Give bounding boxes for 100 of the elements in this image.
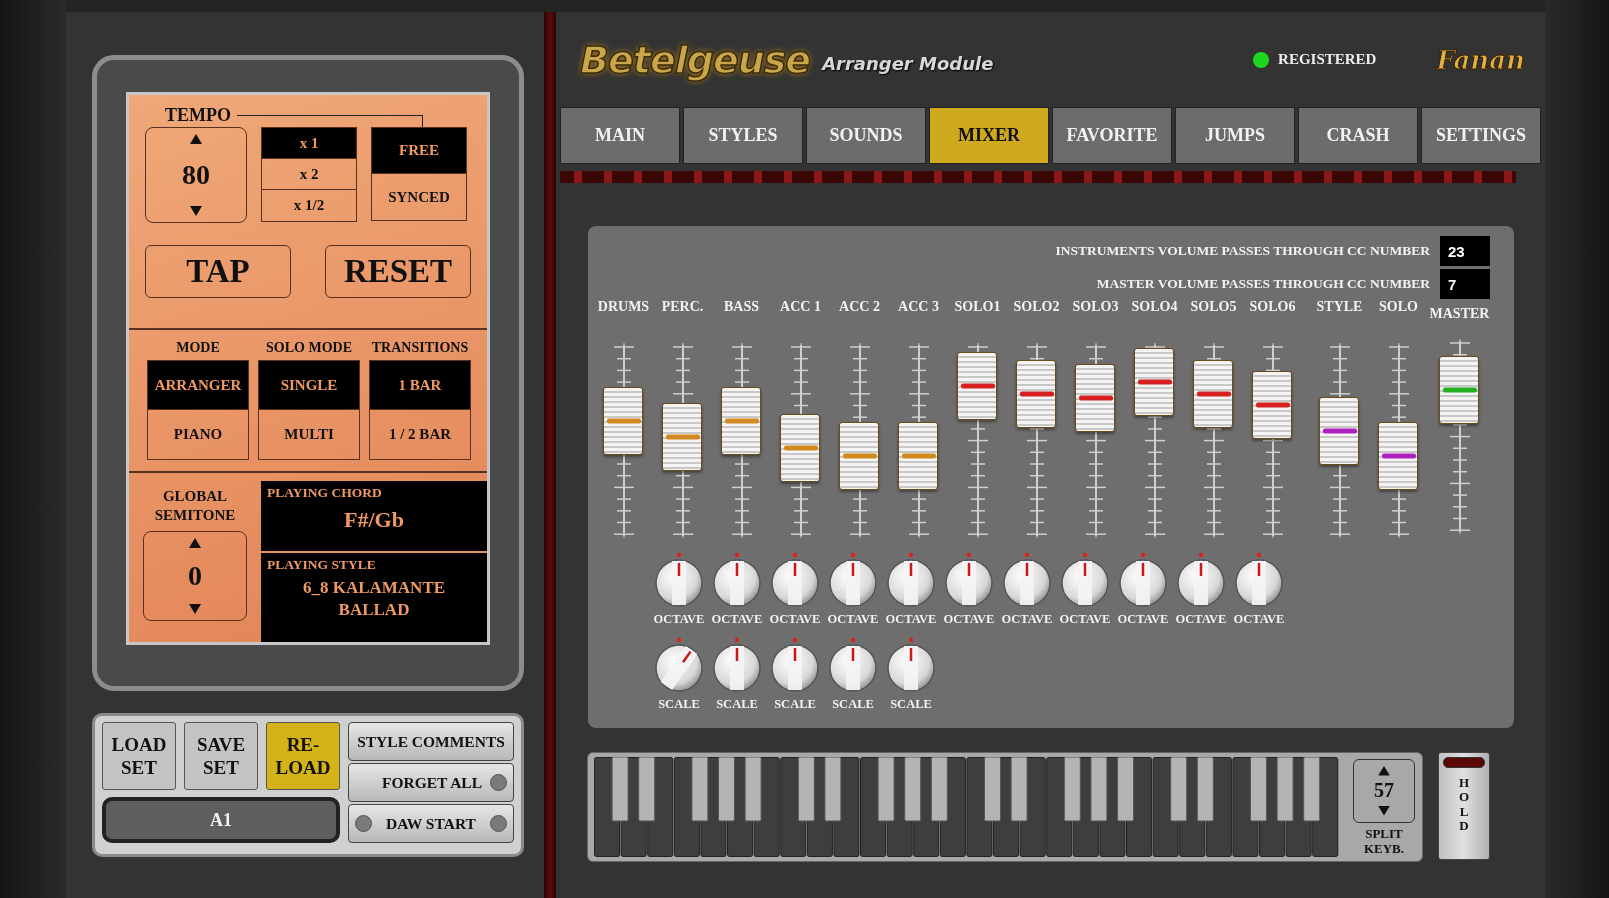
cc-number-field[interactable]: 7: [1440, 269, 1490, 299]
tempo-button[interactable]: RESET: [325, 245, 471, 298]
multiplier-option[interactable]: x 1: [262, 128, 356, 159]
knob-label: OCTAVE: [1001, 612, 1053, 627]
knob[interactable]: [771, 637, 819, 693]
fader-cap[interactable]: [661, 402, 702, 471]
fader-indicator[interactable]: [1255, 402, 1290, 408]
fader-cap[interactable]: [1015, 359, 1056, 428]
knob-label: OCTAVE: [711, 612, 763, 627]
set-button[interactable]: SAVE SET: [184, 722, 258, 790]
fader-indicator[interactable]: [1381, 453, 1416, 459]
app-logo: Betelgeuse: [580, 37, 811, 82]
mode-option[interactable]: ARRANGER: [148, 361, 248, 410]
knob[interactable]: [887, 552, 935, 608]
mode-label: TRANSITIONS: [371, 340, 469, 356]
knob[interactable]: [655, 552, 703, 608]
mode-option[interactable]: MULTI: [259, 410, 359, 459]
knob[interactable]: [1177, 552, 1225, 608]
style-label: PLAYING STYLE: [267, 557, 377, 573]
tab[interactable]: CRASH: [1298, 107, 1418, 164]
fader-cap[interactable]: [1377, 422, 1418, 491]
fader-cap[interactable]: [1251, 371, 1292, 440]
knob[interactable]: [829, 552, 877, 608]
knob[interactable]: [887, 637, 935, 693]
up-arrow-icon[interactable]: [188, 537, 202, 549]
channel-label: ACC 3: [898, 299, 939, 316]
knob[interactable]: [1061, 552, 1109, 608]
knob[interactable]: [713, 552, 761, 608]
fader-cap[interactable]: [1318, 396, 1359, 465]
channel-label: ACC 2: [839, 299, 880, 316]
channel-label: SOLO3: [1072, 299, 1119, 316]
mode-option[interactable]: SINGLE: [259, 361, 359, 410]
tab[interactable]: SOUNDS: [806, 107, 926, 164]
set-name-display: A1: [102, 797, 340, 843]
set-button[interactable]: RE-LOAD: [266, 722, 340, 790]
knob-label: OCTAVE: [769, 612, 821, 627]
side-button[interactable]: FORGET ALL: [348, 763, 514, 802]
sync-option[interactable]: SYNCED: [372, 174, 466, 220]
knob-label: SCALE: [774, 697, 816, 712]
down-arrow-icon[interactable]: [189, 205, 203, 217]
up-arrow-icon[interactable]: [189, 133, 203, 145]
split-label: SPLIT KEYB.: [1362, 825, 1406, 856]
tab[interactable]: JUMPS: [1175, 107, 1295, 164]
up-arrow-icon[interactable]: [1377, 764, 1391, 776]
semitone-spinner[interactable]: 0: [143, 531, 247, 621]
semitone-label: GLOBAL SEMITONE: [153, 487, 237, 525]
knob[interactable]: [771, 552, 819, 608]
fader-cap[interactable]: [956, 351, 997, 420]
knob[interactable]: [1119, 552, 1167, 608]
hold-button[interactable]: HOLD: [1438, 752, 1490, 860]
knob[interactable]: [945, 552, 993, 608]
fader-cap[interactable]: [602, 387, 643, 455]
tab[interactable]: SETTINGS: [1421, 107, 1541, 164]
sync-option[interactable]: FREE: [372, 128, 466, 174]
knob[interactable]: [713, 637, 761, 693]
fader-cap[interactable]: [1438, 355, 1479, 424]
mode-option[interactable]: 1 BAR: [370, 361, 470, 410]
knob-label: SCALE: [658, 697, 700, 712]
tab[interactable]: STYLES: [683, 107, 803, 164]
multiplier-option[interactable]: x 2: [262, 159, 356, 190]
fader-indicator[interactable]: [960, 383, 995, 389]
knob[interactable]: [1003, 552, 1051, 608]
knob-label: OCTAVE: [827, 612, 879, 627]
fader-cap[interactable]: [1133, 348, 1174, 416]
fader-indicator[interactable]: [1019, 391, 1054, 397]
tempo-button[interactable]: TAP: [145, 245, 291, 298]
mode-label: SOLO MODE: [266, 340, 352, 356]
channel-label: MASTER: [1429, 306, 1490, 319]
tab[interactable]: MIXER: [929, 107, 1049, 164]
fader-cap[interactable]: [720, 387, 761, 455]
fader-indicator[interactable]: [1137, 379, 1172, 385]
cc-number-field[interactable]: 23: [1440, 236, 1490, 266]
tempo-spinner[interactable]: 80: [145, 127, 247, 223]
fader-indicator[interactable]: [1196, 391, 1231, 397]
fader-indicator[interactable]: [1322, 428, 1357, 434]
knob[interactable]: [1235, 552, 1283, 608]
fader-cap[interactable]: [1192, 359, 1233, 428]
mode-option[interactable]: PIANO: [148, 410, 248, 459]
mode-option[interactable]: 1 / 2 BAR: [370, 410, 470, 459]
fader-cap[interactable]: [838, 422, 879, 491]
knob[interactable]: [655, 637, 703, 693]
tempo-label: TEMPO: [164, 105, 231, 126]
split-spinner[interactable]: 57: [1353, 758, 1415, 823]
side-button[interactable]: STYLE COMMENTS: [348, 722, 514, 761]
tab[interactable]: MAIN: [560, 107, 680, 164]
style-value: 6_8 KALAMANTE BALLAD: [301, 577, 447, 621]
channel-label: SOLO: [1379, 299, 1418, 316]
down-arrow-icon[interactable]: [188, 603, 202, 615]
down-arrow-icon[interactable]: [1377, 805, 1391, 817]
channel-label: STYLE: [1316, 299, 1363, 316]
set-button[interactable]: LOAD SET: [102, 722, 176, 790]
fader-cap[interactable]: [779, 414, 820, 483]
multiplier-option[interactable]: x 1/2: [262, 190, 356, 221]
tab[interactable]: FAVORITE: [1052, 107, 1172, 164]
fader-indicator[interactable]: [1078, 395, 1113, 401]
channel-label: SOLO2: [1013, 299, 1060, 316]
side-button[interactable]: DAW START: [348, 804, 514, 843]
fader-cap[interactable]: [897, 422, 938, 491]
knob[interactable]: [829, 637, 877, 693]
fader-cap[interactable]: [1074, 363, 1115, 432]
